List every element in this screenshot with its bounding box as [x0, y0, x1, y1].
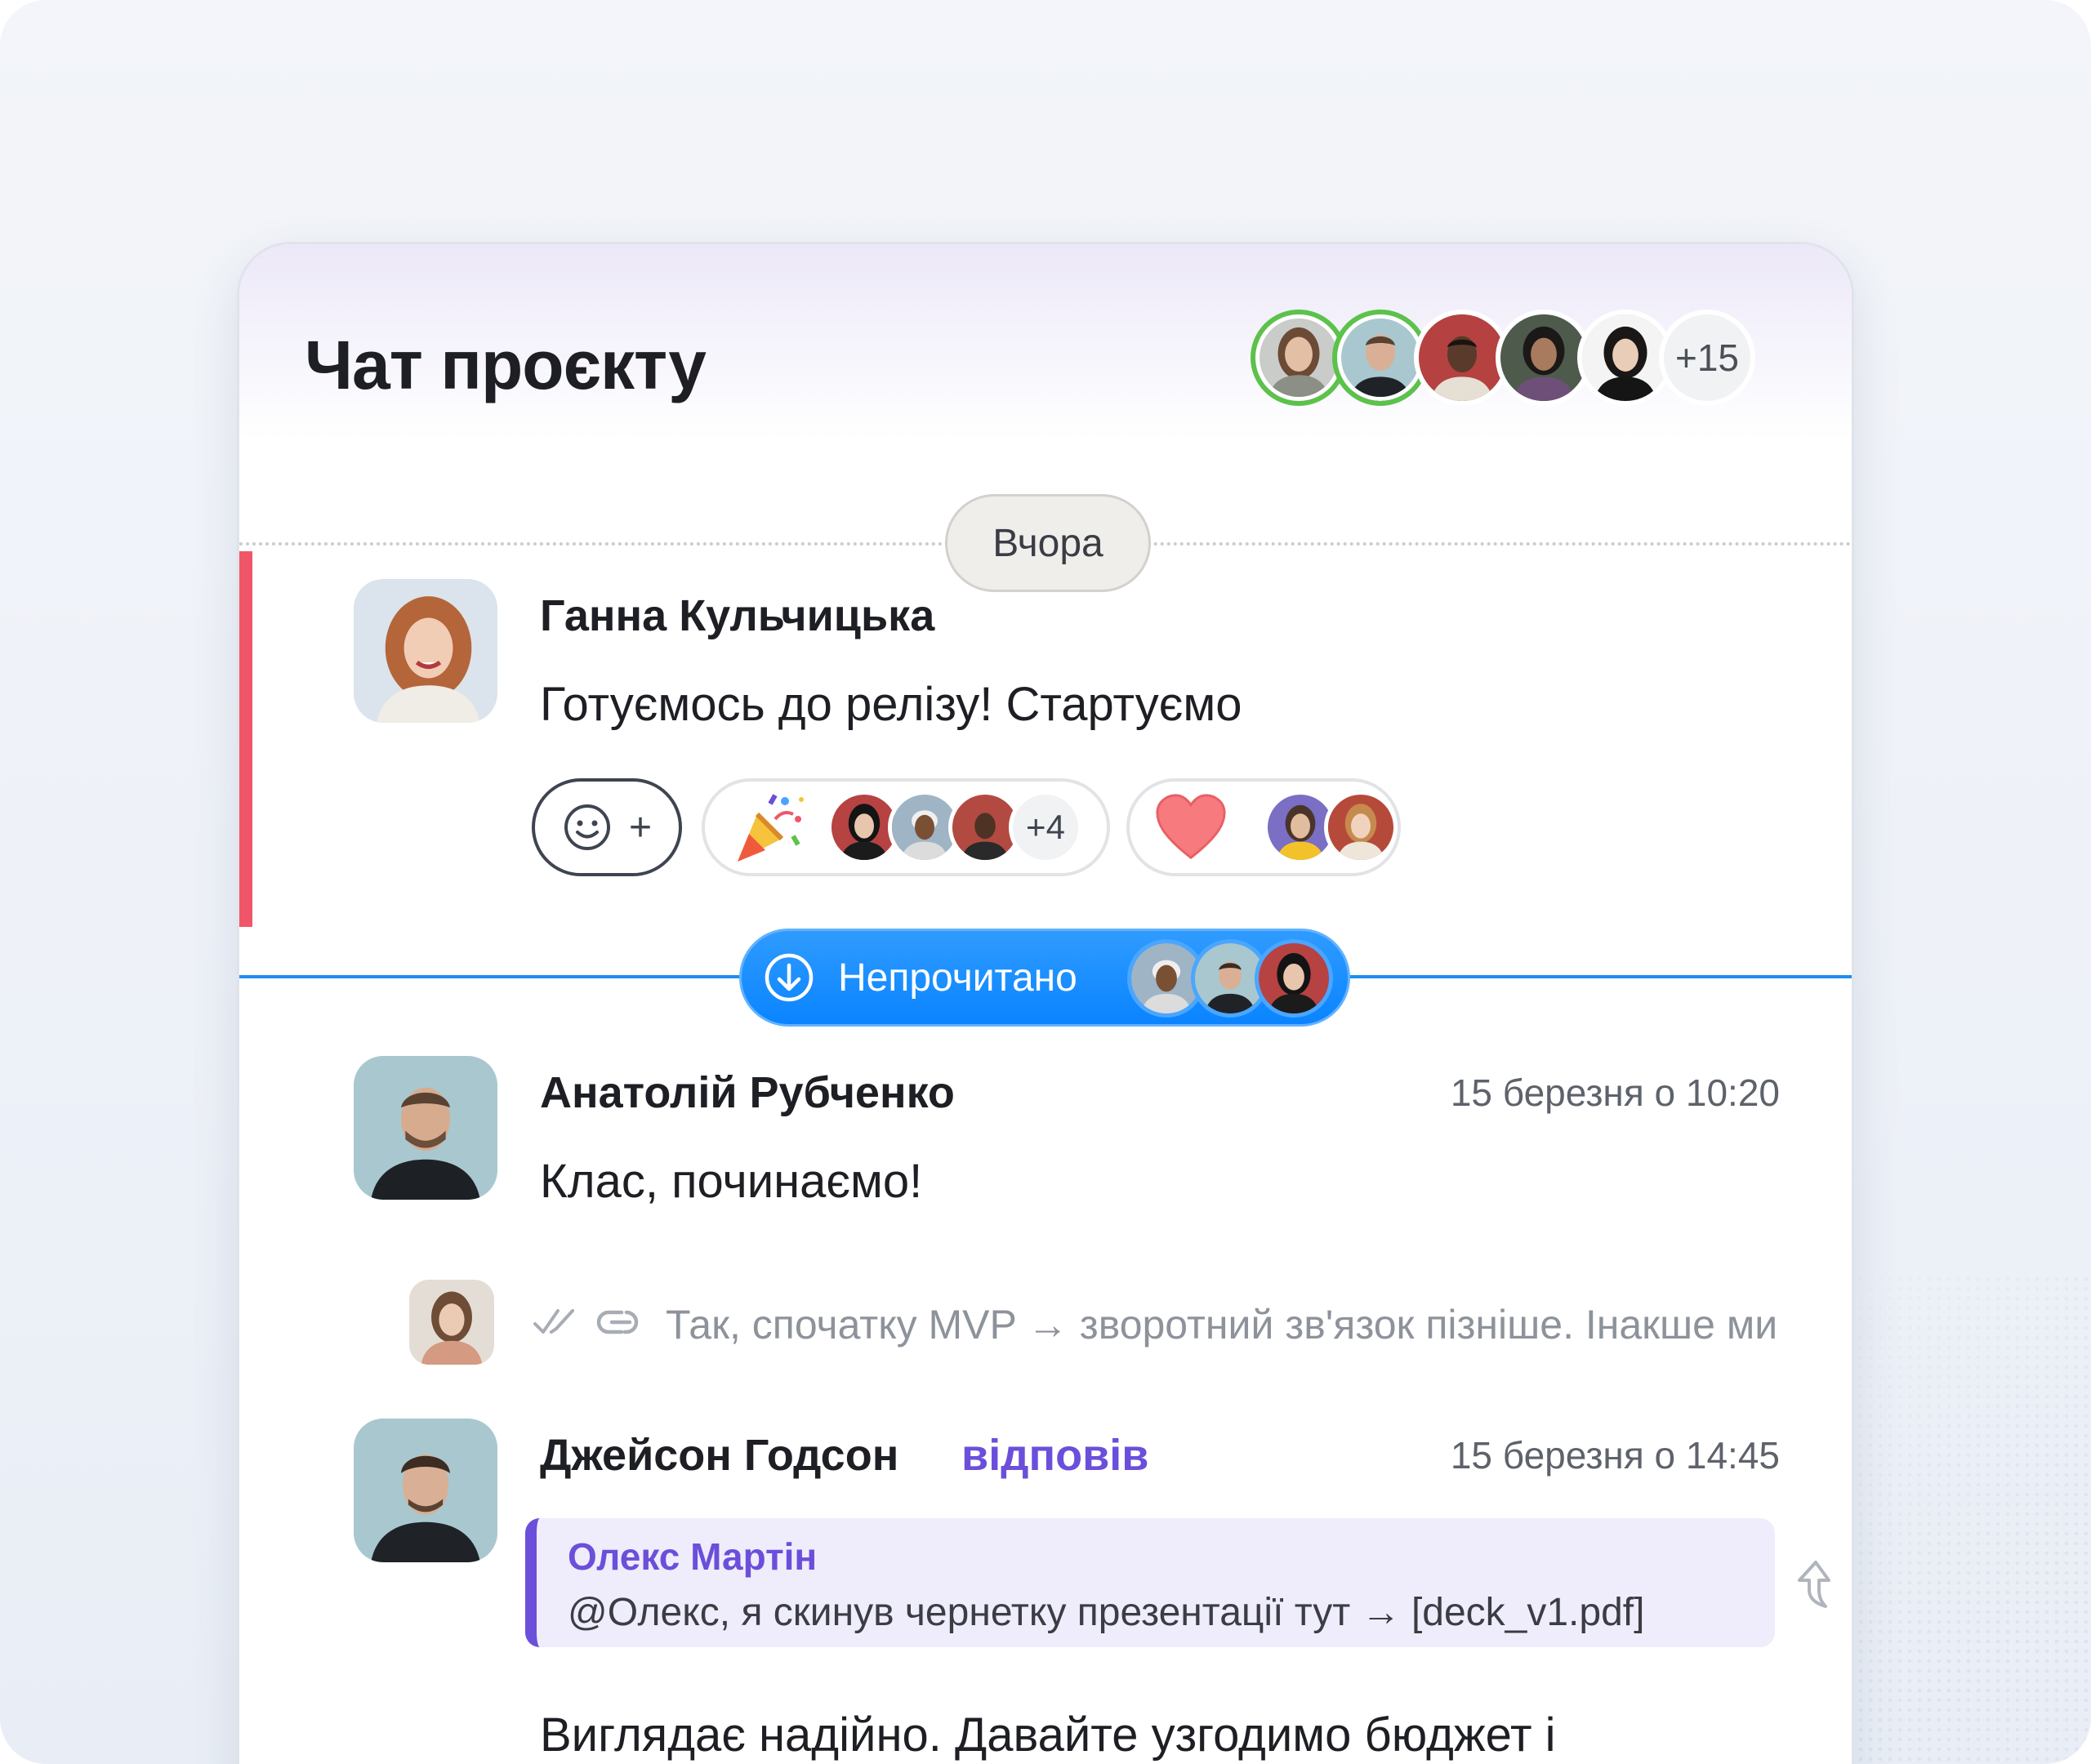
member-avatars[interactable]: +15	[1251, 310, 1755, 408]
reaction-heart[interactable]	[1126, 778, 1401, 876]
message-timestamp: 15 березня о 10:20	[1450, 1071, 1780, 1114]
message-text: Готуємось до релізу! Стартуємо	[540, 678, 1242, 731]
add-reaction-button[interactable]: +	[532, 778, 682, 876]
arrow-down-circle-icon	[765, 953, 814, 1002]
reactor-avatars	[1264, 791, 1398, 864]
reaction-party[interactable]: +4	[702, 778, 1110, 876]
avatar[interactable]	[354, 1419, 497, 1562]
unread-jump-button[interactable]: Непрочитано	[739, 929, 1350, 1027]
unread-avatars	[1127, 939, 1333, 1018]
double-check-icon	[533, 1309, 574, 1334]
quote-author: Олекс Мартін	[568, 1535, 818, 1578]
compact-message[interactable]: Так, спочатку MVP → зворотний зв'язок пі…	[239, 1280, 1852, 1370]
avatar[interactable]	[354, 1056, 497, 1200]
unread-avatar	[1255, 939, 1333, 1018]
heart-icon	[1156, 794, 1226, 860]
avatar[interactable]	[409, 1280, 494, 1365]
reactor-avatars: +4	[827, 791, 1082, 864]
smiley-icon	[564, 804, 610, 850]
message-text: Виглядає надійно. Давайте узгодимо бюдже…	[540, 1708, 1556, 1762]
compact-message-text: Так, спочатку MVP → зворотний зв'язок пі…	[666, 1302, 1778, 1348]
day-separator: Вчора	[239, 494, 1852, 592]
chat-title: Чат проєкту	[305, 327, 707, 403]
message-text: Клас, починаємо!	[540, 1155, 923, 1208]
message-author[interactable]: Анатолій Рубченко	[540, 1067, 955, 1118]
unread-marker-bar	[239, 551, 252, 927]
message-author[interactable]: Ганна Кульчицька	[540, 590, 934, 641]
reaction-count: +4	[1009, 791, 1082, 864]
chat-window: Чат проєкту +15 Вчора Ганна Кульчицька Г…	[237, 242, 1854, 1764]
replied-label: відповів	[961, 1431, 1149, 1480]
members-more-count[interactable]: +15	[1659, 310, 1755, 406]
message-timestamp: 15 березня о 14:45	[1450, 1434, 1780, 1477]
message-author[interactable]: Джейсон Годсон	[540, 1430, 898, 1481]
unread-label: Непрочитано	[838, 956, 1077, 1000]
quote-text: @Олекс, я скинув чернетку презентації ту…	[568, 1591, 1645, 1634]
avatar[interactable]	[354, 579, 497, 723]
quoted-reply[interactable]: Олекс Мартін @Олекс, я скинув чернетку п…	[525, 1518, 1775, 1647]
link-icon	[596, 1310, 639, 1334]
reactor-avatar	[1324, 791, 1398, 864]
reply-arrow-icon[interactable]	[1793, 1557, 1839, 1611]
day-label: Вчора	[945, 494, 1151, 592]
party-popper-icon	[738, 794, 804, 862]
add-reaction-plus: +	[628, 805, 653, 849]
